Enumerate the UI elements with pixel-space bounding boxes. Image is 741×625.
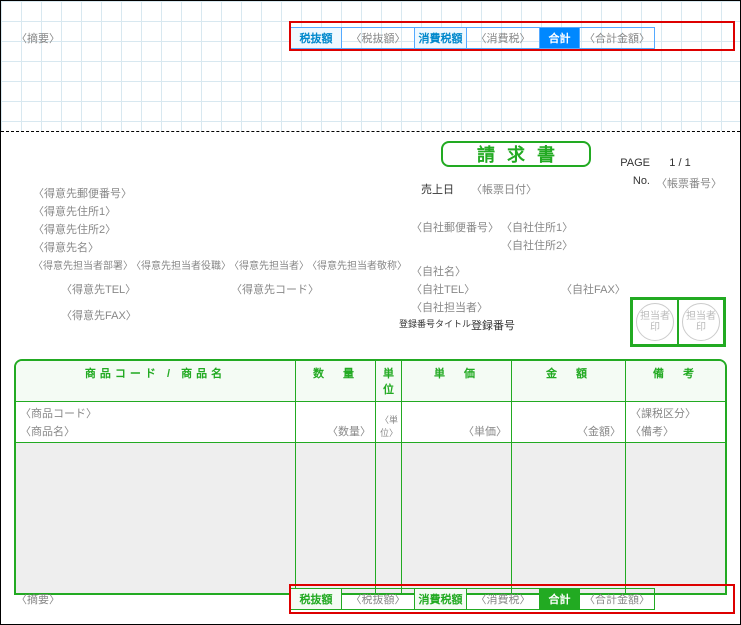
- bottom-shouhizei-label: 消費税額: [415, 588, 467, 610]
- td-note1: 〈課税区分〉: [630, 405, 721, 421]
- jisha-addr2: 〈自社住所2〉: [501, 237, 573, 253]
- tokuisaki-yakushoku: 〈得意先担当者役職〉: [131, 257, 231, 272]
- grid-background: [1, 1, 740, 131]
- table-row: 〈商品コード〉 〈商品名〉 〈数量〉 〈単位〉 〈単価〉 〈金額〉 〈課税区分〉…: [16, 402, 725, 443]
- th-price: 単 価: [402, 361, 512, 401]
- td-note: 〈課税区分〉 〈備考〉: [626, 402, 725, 442]
- top-zeinuki-label: 税抜額: [290, 27, 342, 49]
- jisha-yuubin: 〈自社郵便番号〉: [411, 219, 499, 235]
- jisha-mei: 〈自社名〉: [411, 263, 466, 279]
- bottom-goukei-label: 合計: [540, 588, 580, 610]
- tokuisaki-addr1: 〈得意先住所1〉: [33, 203, 116, 219]
- seal-container: 担当者印 担当者印: [630, 297, 726, 347]
- td-code1: 〈商品コード〉: [20, 405, 291, 421]
- jisha-addr1: 〈自社住所1〉: [501, 219, 573, 235]
- td-price: 〈単価〉: [402, 402, 512, 442]
- td-code2: 〈商品名〉: [20, 423, 291, 439]
- main-table: 商品コード / 商品名 数 量 単位 単 価 金 額 備 考 〈商品コード〉 〈…: [14, 359, 727, 595]
- seal-box-2: 担当者印: [678, 299, 724, 345]
- table-empty-rows: [16, 443, 725, 593]
- top-summary-row: 〈摘要〉 税抜額 〈税抜額〉 消費税額 〈消費税〉 合計 〈合計金額〉: [14, 27, 727, 49]
- tokuisaki-busho: 〈得意先担当者部署〉: [33, 257, 133, 272]
- touroku-title: 登録番号タイトル: [399, 317, 471, 330]
- seal-circle-1: 担当者印: [636, 303, 674, 341]
- tokuisaki-keishou: 〈得意先担当者敬称〉: [307, 257, 407, 272]
- top-zeinuki-value: 〈税抜額〉: [342, 27, 415, 49]
- th-amount: 金 額: [512, 361, 626, 401]
- seal-circle-2: 担当者印: [682, 303, 720, 341]
- uriage-value: 〈帳票日付〉: [471, 181, 537, 197]
- top-shouhizei-value: 〈消費税〉: [467, 27, 540, 49]
- tokuisaki-fax: 〈得意先FAX〉: [61, 307, 137, 323]
- tokuisaki-tantousha: 〈得意先担当者〉: [229, 257, 309, 272]
- td-note2: 〈備考〉: [630, 423, 721, 439]
- top-summary-left-label: 〈摘要〉: [14, 27, 290, 49]
- jisha-tel: 〈自社TEL〉: [411, 281, 475, 297]
- bottom-zeinuki-value: 〈税抜額〉: [342, 588, 415, 610]
- tokuisaki-code: 〈得意先コード〉: [231, 281, 319, 297]
- uriage-label: 売上日: [421, 181, 454, 197]
- th-note: 備 考: [626, 361, 725, 401]
- bottom-summary-left-label: 〈摘要〉: [14, 588, 290, 610]
- td-code: 〈商品コード〉 〈商品名〉: [16, 402, 296, 442]
- top-summary-cells: 税抜額 〈税抜額〉 消費税額 〈消費税〉 合計 〈合計金額〉: [290, 27, 727, 49]
- bottom-shouhizei-value: 〈消費税〉: [467, 588, 540, 610]
- th-code: 商品コード / 商品名: [16, 361, 296, 401]
- touroku-value: 登録番号: [471, 317, 515, 333]
- jisha-fax: 〈自社FAX〉: [561, 281, 626, 297]
- bottom-summary-row: 〈摘要〉 税抜額 〈税抜額〉 消費税額 〈消費税〉 合計 〈合計金額〉: [14, 588, 727, 610]
- top-goukei-label: 合計: [540, 27, 580, 49]
- td-unit: 〈単位〉: [376, 402, 402, 442]
- th-qty: 数 量: [296, 361, 376, 401]
- tokuisaki-yuubin: 〈得意先郵便番号〉: [33, 185, 132, 201]
- table-header-row: 商品コード / 商品名 数 量 単位 単 価 金 額 備 考: [16, 361, 725, 402]
- bottom-goukei-value: 〈合計金額〉: [580, 588, 655, 610]
- top-goukei-value: 〈合計金額〉: [580, 27, 655, 49]
- seal-box-1: 担当者印: [632, 299, 678, 345]
- tokuisaki-mei: 〈得意先名〉: [33, 239, 99, 255]
- top-shouhizei-label: 消費税額: [415, 27, 467, 49]
- bottom-zeinuki-label: 税抜額: [290, 588, 342, 610]
- tokuisaki-tel: 〈得意先TEL〉: [61, 281, 136, 297]
- td-qty: 〈数量〉: [296, 402, 376, 442]
- td-amount: 〈金額〉: [512, 402, 626, 442]
- th-unit: 単位: [376, 361, 402, 401]
- section-separator: [1, 131, 740, 132]
- jisha-tantousha: 〈自社担当者〉: [411, 299, 488, 315]
- tokuisaki-addr2: 〈得意先住所2〉: [33, 221, 116, 237]
